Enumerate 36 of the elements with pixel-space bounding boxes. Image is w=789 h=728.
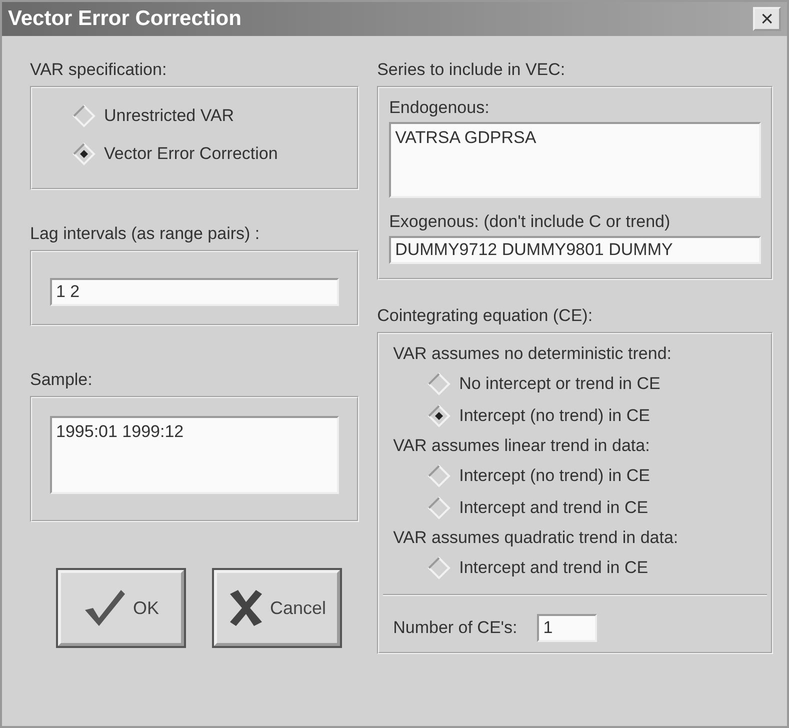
radio-label: Intercept (no trend) in CE: [459, 466, 650, 486]
group-label: Cointegrating equation (CE):: [377, 306, 594, 326]
close-button[interactable]: ×: [753, 7, 781, 31]
radio-button[interactable]: [72, 104, 96, 128]
radio-button[interactable]: [427, 556, 452, 580]
group-heading: VAR assumes no deterministic trend:: [393, 344, 673, 364]
radio-button[interactable]: [427, 464, 452, 488]
radio-label: Intercept (no trend) in CE: [459, 406, 650, 426]
field-label: Endogenous:: [389, 98, 490, 118]
cross-icon: [228, 588, 264, 628]
radio-label: Unrestricted VAR: [104, 106, 234, 126]
radio-label: Intercept and trend in CE: [459, 558, 648, 578]
radio-label: Vector Error Correction: [104, 144, 278, 164]
input-field[interactable]: 1995:01 1999:12: [50, 416, 340, 494]
field-label: Lag intervals (as range pairs) :: [30, 224, 261, 244]
field-label: Number of CE's:: [393, 618, 518, 638]
group-label: Series to include in VEC:: [377, 60, 566, 80]
check-icon: [82, 588, 127, 628]
field-label: Exogenous: (don't include C or trend): [389, 212, 672, 232]
radio-button[interactable]: [72, 142, 96, 166]
cancel-button[interactable]: Cancel: [214, 570, 340, 646]
input-field[interactable]: VATRSA GDPRSA: [389, 122, 761, 198]
input-field[interactable]: 1 2: [50, 278, 340, 306]
radio-button[interactable]: [427, 372, 452, 396]
field-label: Sample:: [30, 370, 94, 390]
group-heading: VAR assumes linear trend in data:: [393, 436, 651, 456]
radio-label: No intercept or trend in CE: [459, 374, 660, 394]
input-field[interactable]: 1: [537, 614, 598, 642]
radio-button[interactable]: [427, 404, 452, 428]
ok-button[interactable]: OK: [58, 570, 184, 646]
window-title: Vector Error Correction: [8, 7, 242, 31]
group-label: VAR specification:: [30, 60, 168, 80]
input-field[interactable]: DUMMY9712 DUMMY9801 DUMMY: [389, 236, 761, 264]
radio-label: Intercept and trend in CE: [459, 498, 648, 518]
group-heading: VAR assumes quadratic trend in data:: [393, 528, 680, 548]
radio-button[interactable]: [427, 496, 452, 520]
